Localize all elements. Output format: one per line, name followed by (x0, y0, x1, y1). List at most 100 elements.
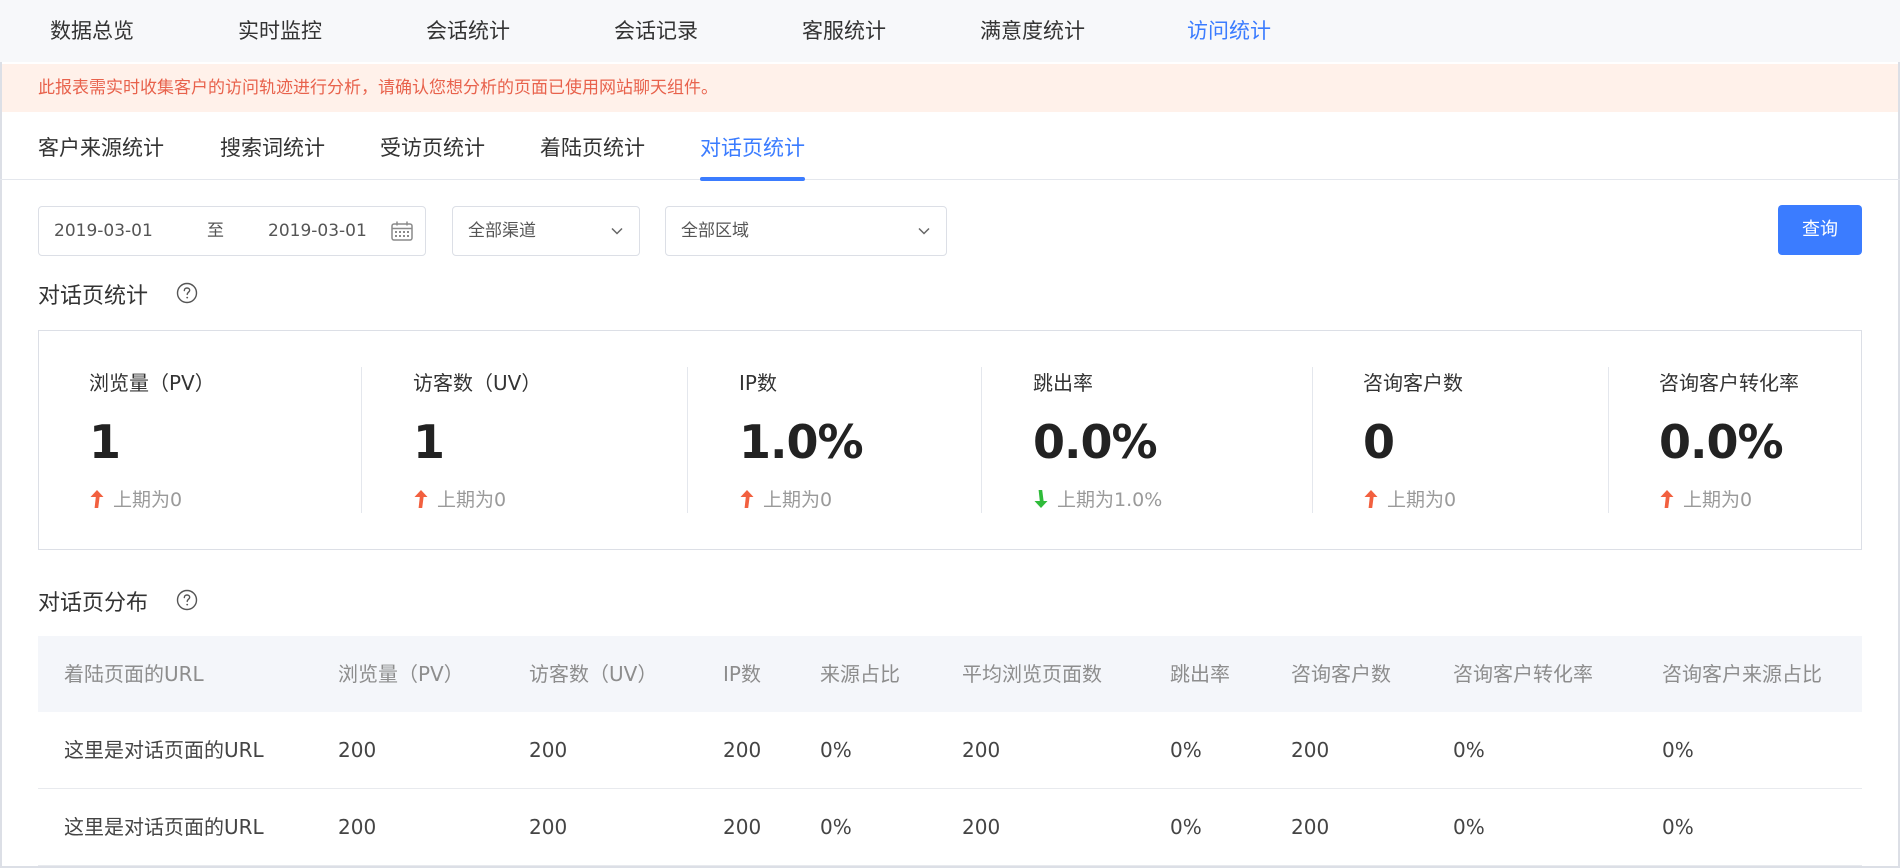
cell-ip: 200 (723, 815, 762, 839)
column-header-consult-conversion: 咨询客户转化率 (1453, 662, 1593, 686)
table-header: 着陆页面的URL 浏览量（PV） 访客数（UV） IP数 来源占比 平均浏览页面… (38, 636, 1862, 712)
trend-up-icon (740, 490, 754, 508)
stat-compare-text: 上期为0 (763, 489, 833, 511)
column-header-uv: 访客数（UV） (529, 662, 658, 686)
stat-label: 跳出率 (1033, 371, 1093, 395)
stat-value: 0.0% (1659, 415, 1784, 469)
column-header-url: 着陆页面的URL (64, 662, 204, 686)
cell-bounce-rate: 0% (1170, 815, 1202, 839)
trend-up-icon (90, 490, 104, 508)
date-start[interactable]: 2019-03-01 (54, 207, 153, 255)
cell-pv: 200 (338, 815, 377, 839)
date-separator: 至 (207, 221, 224, 241)
stat-compare: 上期为0 (1363, 485, 1456, 512)
table-section-title: 对话页分布 (38, 591, 149, 616)
stat-compare-text: 上期为0 (1683, 489, 1753, 511)
trend-up-icon (1364, 490, 1378, 508)
stat-label: 咨询客户转化率 (1659, 371, 1799, 395)
stat-label: IP数 (739, 371, 777, 395)
stat-value: 0.0% (1033, 415, 1158, 469)
stat-divider (1312, 367, 1313, 513)
top-tab-session-records[interactable]: 会话记录 (614, 0, 698, 62)
stat-divider (361, 367, 362, 513)
trend-up-icon (1660, 490, 1674, 508)
cell-source-share: 0% (820, 738, 852, 762)
stat-label: 浏览量（PV） (89, 371, 215, 395)
sub-tab-chat-page-stats[interactable]: 对话页统计 (700, 112, 805, 181)
column-header-consult-source-share: 咨询客户来源占比 (1662, 662, 1822, 686)
stat-value: 1.0% (739, 415, 864, 469)
calendar-icon[interactable] (391, 221, 413, 241)
cell-source-share: 0% (820, 815, 852, 839)
cell-url: 这里是对话页面的URL (64, 815, 264, 839)
cell-bounce-rate: 0% (1170, 738, 1202, 762)
channel-select[interactable]: 全部渠道 (452, 206, 640, 256)
channel-select-value: 全部渠道 (468, 221, 536, 241)
stat-compare-text: 上期为1.0% (1057, 489, 1163, 511)
trend-up-icon (414, 490, 428, 508)
column-header-source-share: 来源占比 (820, 662, 900, 686)
stat-value: 0 (1363, 415, 1395, 469)
stat-label: 访客数（UV） (413, 371, 542, 395)
column-header-avg-pages: 平均浏览页面数 (962, 662, 1102, 686)
region-select-value: 全部区域 (681, 221, 749, 241)
cell-consult-conversion: 0% (1453, 738, 1485, 762)
stat-compare-text: 上期为0 (437, 489, 507, 511)
column-header-consult-customers: 咨询客户数 (1291, 662, 1391, 686)
chevron-down-icon (611, 227, 623, 235)
cell-uv: 200 (529, 738, 568, 762)
stat-compare: 上期为0 (739, 485, 832, 512)
column-header-bounce-rate: 跳出率 (1170, 662, 1230, 686)
stat-compare-text: 上期为0 (113, 489, 183, 511)
trend-down-icon (1034, 490, 1048, 508)
date-end[interactable]: 2019-03-01 (268, 207, 367, 255)
sub-tab-landing-page-stats[interactable]: 着陆页统计 (540, 112, 645, 180)
chevron-down-icon (918, 227, 930, 235)
stat-value: 1 (413, 415, 445, 469)
date-range-picker[interactable]: 2019-03-01 至 2019-03-01 (38, 206, 426, 256)
top-tab-agent-stats[interactable]: 客服统计 (802, 0, 886, 62)
top-tab-session-stats[interactable]: 会话统计 (426, 0, 510, 62)
column-header-ip: IP数 (723, 662, 761, 686)
stats-section-title: 对话页统计 (38, 284, 149, 309)
region-select[interactable]: 全部区域 (665, 206, 947, 256)
cell-ip: 200 (723, 738, 762, 762)
cell-avg-pages: 200 (962, 815, 1001, 839)
cell-url: 这里是对话页面的URL (64, 738, 264, 762)
cell-avg-pages: 200 (962, 738, 1001, 762)
stat-divider (1608, 367, 1609, 513)
stat-divider (981, 367, 982, 513)
query-button[interactable]: 查询 (1778, 205, 1862, 255)
cell-consult-customers: 200 (1291, 738, 1330, 762)
cell-consult-conversion: 0% (1453, 815, 1485, 839)
table-row: 这里是对话页面的URL 200 200 200 0% 200 0% 200 0%… (38, 712, 1862, 789)
help-icon[interactable] (176, 589, 198, 611)
stat-value: 1 (89, 415, 121, 469)
stat-compare-text: 上期为0 (1387, 489, 1457, 511)
top-tab-overview[interactable]: 数据总览 (50, 0, 134, 62)
sub-tab-source-stats[interactable]: 客户来源统计 (38, 112, 164, 180)
top-tab-visit-stats[interactable]: 访问统计 (1187, 0, 1271, 62)
sub-tab-keyword-stats[interactable]: 搜索词统计 (220, 112, 325, 180)
stats-card: 浏览量（PV） 1 上期为0 访客数（UV） 1 上期为0 IP数 1.0% 上… (38, 330, 1862, 550)
cell-pv: 200 (338, 738, 377, 762)
stat-compare: 上期为0 (1659, 485, 1752, 512)
stat-compare: 上期为1.0% (1033, 485, 1162, 512)
cell-uv: 200 (529, 815, 568, 839)
stat-label: 咨询客户数 (1363, 371, 1463, 395)
top-tab-satisfaction-stats[interactable]: 满意度统计 (980, 0, 1085, 62)
cell-consult-source-share: 0% (1662, 738, 1694, 762)
sub-tab-visited-page-stats[interactable]: 受访页统计 (380, 112, 485, 180)
top-nav: 数据总览 实时监控 会话统计 会话记录 客服统计 满意度统计 访问统计 (0, 0, 1900, 62)
help-icon[interactable] (176, 282, 198, 304)
table-row: 这里是对话页面的URL 200 200 200 0% 200 0% 200 0%… (38, 789, 1862, 866)
stat-compare: 上期为0 (89, 485, 182, 512)
stat-divider (687, 367, 688, 513)
top-tab-realtime-monitor[interactable]: 实时监控 (238, 0, 322, 62)
column-header-pv: 浏览量（PV） (338, 662, 464, 686)
stat-compare: 上期为0 (413, 485, 506, 512)
sub-tabs: 客户来源统计 搜索词统计 受访页统计 着陆页统计 对话页统计 (0, 112, 1900, 181)
notice-bar: 此报表需实时收集客户的访问轨迹进行分析，请确认您想分析的页面已使用网站聊天组件。 (2, 64, 1898, 112)
cell-consult-customers: 200 (1291, 815, 1330, 839)
cell-consult-source-share: 0% (1662, 815, 1694, 839)
